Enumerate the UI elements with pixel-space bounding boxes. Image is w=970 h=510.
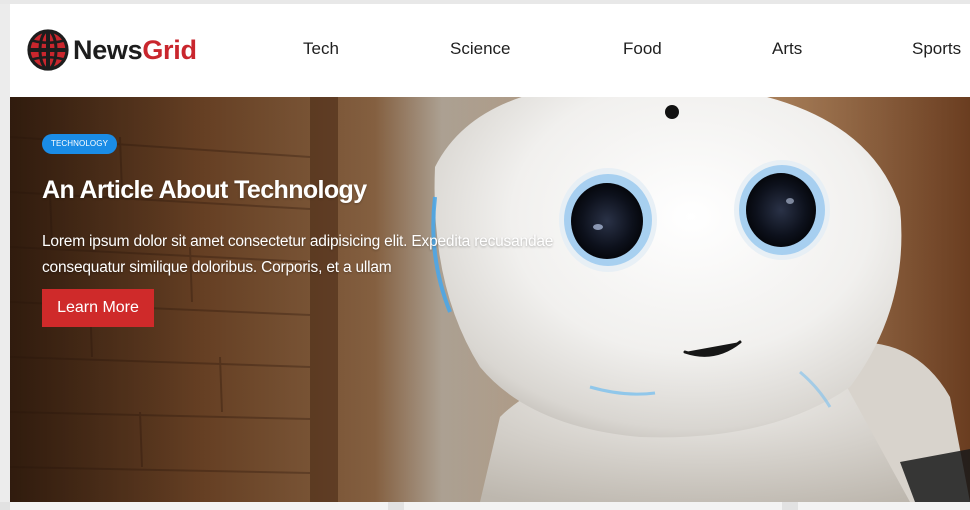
site-logo-text: NewsGrid	[73, 34, 197, 65]
logo-text-grid: Grid	[142, 34, 197, 65]
hero-robot-image	[10, 97, 970, 502]
nav-link-tech[interactable]: Tech	[303, 40, 339, 57]
nav-link-food[interactable]: Food	[623, 40, 662, 57]
nav-link-science[interactable]: Science	[450, 40, 510, 57]
logo-text-news: News	[73, 34, 143, 65]
learn-more-button[interactable]: Learn More	[42, 289, 154, 327]
article-excerpt: Lorem ipsum dolor sit amet consectetur a…	[42, 233, 554, 276]
site-header: NewsGrid Tech Science Food Arts Sports	[10, 4, 970, 97]
bottom-strip-segment	[782, 502, 798, 510]
hero-banner: TECHNOLOGY An Article About Technology L…	[10, 97, 970, 502]
site-logo[interactable]: NewsGrid	[27, 29, 197, 71]
bottom-strip	[0, 502, 970, 510]
page: NewsGrid Tech Science Food Arts Sports T…	[0, 0, 970, 510]
article-title: An Article About Technology	[42, 176, 367, 204]
category-badge[interactable]: TECHNOLOGY	[42, 134, 118, 154]
nav-link-arts[interactable]: Arts	[772, 40, 802, 57]
bottom-strip-segment	[388, 502, 404, 510]
bottom-strip-segment	[0, 502, 10, 510]
nav-link-sports[interactable]: Sports	[912, 40, 961, 57]
globe-icon	[27, 29, 69, 71]
